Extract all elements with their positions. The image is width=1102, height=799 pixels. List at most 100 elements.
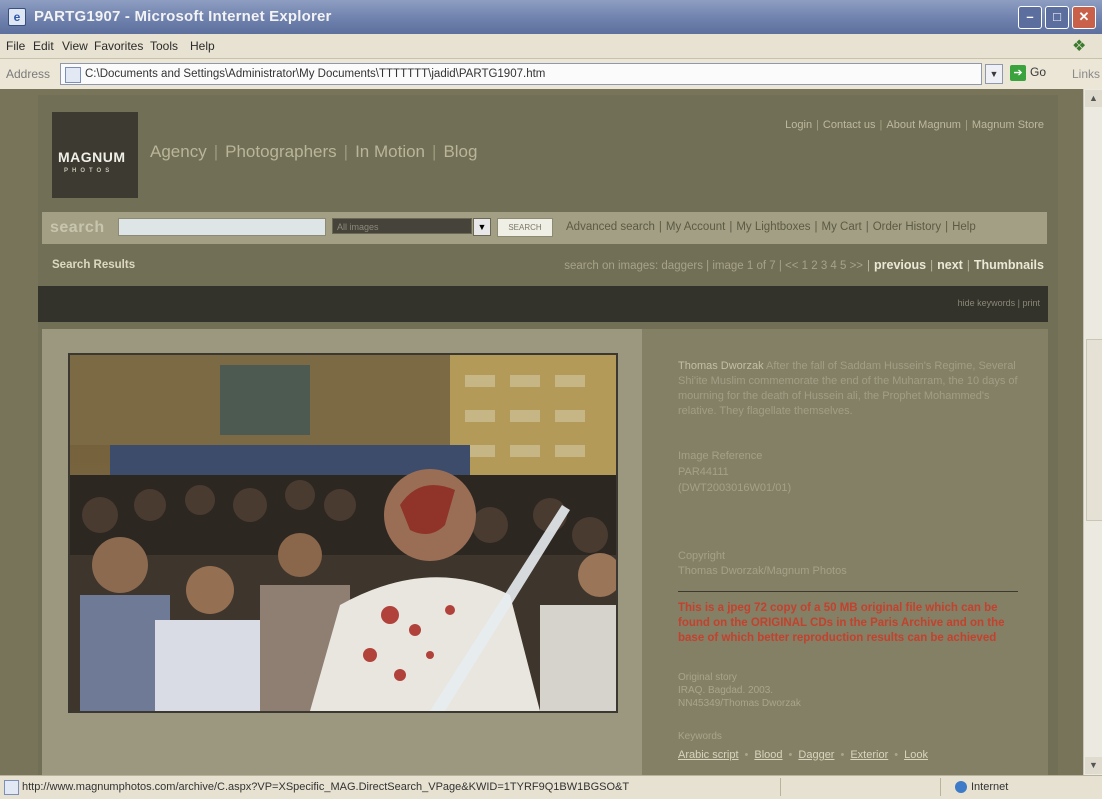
main-nav: Agency | Photographers | In Motion | Blog bbox=[150, 142, 477, 162]
nav-photographers[interactable]: Photographers bbox=[225, 142, 337, 161]
scroll-down-icon[interactable]: ▼ bbox=[1085, 757, 1102, 774]
pagination: search on images: daggers | image 1 of 7… bbox=[564, 258, 1044, 272]
vertical-scrollbar[interactable]: ▲ ▼ bbox=[1083, 89, 1102, 775]
divider: | bbox=[729, 221, 733, 233]
globe-icon bbox=[955, 781, 967, 794]
minimize-button[interactable]: – bbox=[1018, 6, 1042, 29]
menu-view[interactable]: View bbox=[62, 39, 88, 53]
print-link[interactable]: print bbox=[1022, 298, 1040, 308]
search-scope-select[interactable]: All images bbox=[332, 218, 472, 234]
keyword-link[interactable]: Dagger bbox=[798, 749, 834, 761]
close-button[interactable]: ✕ bbox=[1072, 6, 1096, 29]
menu-file[interactable]: File bbox=[6, 39, 25, 53]
details-panel: Thomas Dworzak After the fall of Saddam … bbox=[642, 329, 1048, 775]
divider: | bbox=[879, 119, 883, 131]
my-cart-link[interactable]: My Cart bbox=[821, 221, 861, 233]
bullet: • bbox=[840, 749, 845, 761]
menu-favorites[interactable]: Favorites bbox=[94, 39, 143, 53]
links-button[interactable]: Links bbox=[1072, 67, 1100, 81]
address-dropdown-icon[interactable]: ▼ bbox=[985, 64, 1003, 84]
image-panel bbox=[42, 329, 642, 775]
keyword-link[interactable]: Exterior bbox=[850, 749, 888, 761]
contact-link[interactable]: Contact us bbox=[823, 119, 876, 131]
divider: | bbox=[816, 119, 819, 131]
thumbnails-link[interactable]: Thumbnails bbox=[974, 258, 1044, 272]
copyright: Copyright Thomas Dworzak/Magnum Photos bbox=[678, 549, 1018, 579]
order-history-link[interactable]: Order History bbox=[873, 221, 941, 233]
search-results-label: Search Results bbox=[52, 259, 136, 271]
go-label: Go bbox=[1030, 65, 1047, 80]
logo-text: MAGNUM bbox=[58, 149, 126, 165]
utility-links: Login | Contact us | About Magnum | Magnum Sto… bbox=[785, 119, 1044, 131]
my-account-link[interactable]: My Account bbox=[666, 221, 725, 233]
title-bar: e PARTG1907 - Microsoft Internet Explore… bbox=[0, 0, 1102, 34]
search-input[interactable] bbox=[118, 218, 326, 236]
keyword-link[interactable]: Arabic script bbox=[678, 749, 739, 761]
divider: | bbox=[865, 221, 869, 233]
nav-divider: | bbox=[213, 142, 219, 161]
copyright-label: Copyright bbox=[678, 550, 726, 562]
keyword-link[interactable]: Blood bbox=[754, 749, 782, 761]
menu-help[interactable]: Help bbox=[190, 39, 215, 53]
divider: | bbox=[945, 221, 949, 233]
windows-logo-icon: ❖ bbox=[1072, 38, 1087, 55]
original-story: Original story IRAQ. Bagdad. 2003. NN453… bbox=[678, 671, 1018, 710]
main-photo[interactable] bbox=[68, 353, 618, 713]
divider: | bbox=[930, 260, 934, 272]
menu-edit[interactable]: Edit bbox=[33, 39, 54, 53]
window-title: PARTG1907 - Microsoft Internet Explorer bbox=[34, 8, 332, 25]
search-button[interactable]: SEARCH bbox=[497, 218, 553, 237]
account-links: Advanced search | My Account | My Lightboxes… bbox=[566, 221, 976, 233]
previous-link[interactable]: previous bbox=[874, 258, 926, 272]
toolbar-band: hide keywords | print bbox=[38, 286, 1048, 322]
address-bar: Address C:\Documents and Settings\Admini… bbox=[0, 59, 1102, 90]
divider: | bbox=[966, 260, 970, 272]
my-lightboxes-link[interactable]: My Lightboxes bbox=[736, 221, 810, 233]
nav-in-motion[interactable]: In Motion bbox=[355, 142, 425, 161]
search-bar: search All images ▼ SEARCH Advanced sear… bbox=[42, 212, 1047, 244]
magnum-logo[interactable]: MAGNUM PHOTOS bbox=[52, 112, 138, 198]
original-story-code: NN45349/Thomas Dworzak bbox=[678, 698, 801, 709]
go-button[interactable]: ➔ Go bbox=[1010, 65, 1046, 81]
image-reference-code: (DWT2003016W01/01) bbox=[678, 482, 792, 494]
chevron-down-icon[interactable]: ▼ bbox=[473, 218, 491, 236]
nav-blog[interactable]: Blog bbox=[443, 142, 477, 161]
page-icon bbox=[65, 67, 81, 83]
zone-label: Internet bbox=[971, 781, 1009, 793]
login-link[interactable]: Login bbox=[785, 119, 812, 131]
logo-subtext: PHOTOS bbox=[64, 168, 114, 174]
pagination-info[interactable]: search on images: daggers | image 1 of 7… bbox=[564, 260, 863, 272]
search-label: search bbox=[50, 219, 105, 236]
photographer-link[interactable]: Thomas Dworzak bbox=[678, 360, 764, 372]
bullet: • bbox=[744, 749, 749, 761]
divider: | bbox=[964, 119, 968, 131]
nav-agency[interactable]: Agency bbox=[150, 142, 207, 161]
menu-bar: File Edit View Favorites Tools Help ❖ bbox=[0, 34, 1102, 59]
page-viewport: MAGNUM PHOTOS Agency | Photographers | In Mo… bbox=[0, 89, 1083, 775]
original-story-value[interactable]: IRAQ. Bagdad. 2003. bbox=[678, 684, 1018, 697]
image-reference-label: Image Reference bbox=[678, 450, 763, 462]
divider-line bbox=[678, 591, 1018, 592]
address-input[interactable]: C:\Documents and Settings\Administrator\… bbox=[60, 63, 982, 85]
internet-zone: Internet bbox=[955, 781, 1009, 794]
about-link[interactable]: About Magnum bbox=[886, 119, 961, 131]
scroll-thumb[interactable] bbox=[1086, 339, 1102, 521]
bullet: • bbox=[894, 749, 899, 761]
keyword-list: Arabic script • Blood • Dagger • Exterior • Look bbox=[678, 748, 1018, 763]
advanced-search-link[interactable]: Advanced search bbox=[566, 221, 655, 233]
keyword-actions: hide keywords | print bbox=[957, 298, 1040, 308]
ie-icon: e bbox=[8, 8, 26, 26]
keyword-link[interactable]: Look bbox=[904, 749, 928, 761]
status-divider bbox=[780, 778, 781, 796]
maximize-button[interactable]: □ bbox=[1045, 6, 1069, 29]
divider: | bbox=[814, 221, 818, 233]
menu-tools[interactable]: Tools bbox=[150, 39, 178, 53]
hide-keywords-link[interactable]: hide keywords bbox=[958, 298, 1016, 308]
next-link[interactable]: next bbox=[937, 258, 963, 272]
address-label: Address bbox=[6, 67, 51, 81]
scroll-up-icon[interactable]: ▲ bbox=[1085, 90, 1102, 107]
help-link[interactable]: Help bbox=[952, 221, 976, 233]
store-link[interactable]: Magnum Store bbox=[972, 119, 1044, 131]
address-url: C:\Documents and Settings\Administrator\… bbox=[85, 68, 546, 80]
results-row: Search Results search on images: daggers… bbox=[38, 255, 1048, 277]
